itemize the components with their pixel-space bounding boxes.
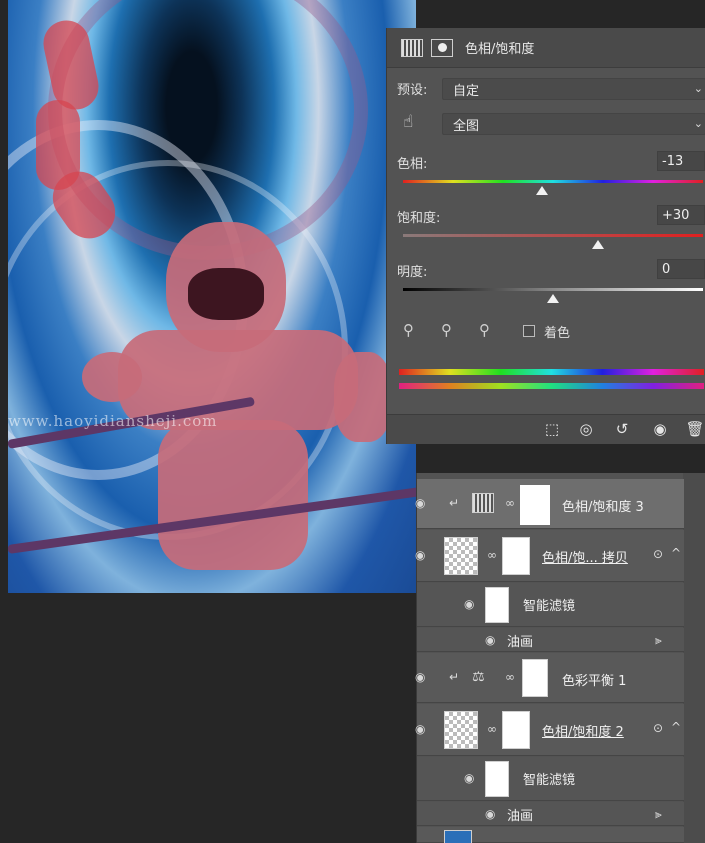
trash-icon[interactable]: 🗑 [684, 420, 705, 438]
layer-name: 油画 [507, 809, 534, 824]
lightness-value: 0 [662, 261, 671, 277]
layer-name: 油画 [507, 635, 534, 650]
eye-icon[interactable]: ◉ [485, 807, 495, 821]
filter-options-icon[interactable]: ⫸ [655, 633, 662, 648]
hue-label: 色相: [397, 157, 428, 172]
preset-dropdown[interactable]: 自定 ⌄ [442, 78, 705, 100]
layer-mask-thumbnail[interactable] [520, 485, 550, 525]
eye-icon[interactable]: ◉ [415, 496, 425, 510]
view-previous-icon[interactable]: ◎ [575, 420, 597, 438]
layer-row[interactable]: ◉ ↵ ⚖ ∞ 色彩平衡 1 [415, 653, 684, 703]
eye-icon[interactable]: ◉ [415, 548, 425, 562]
smart-object-thumbnail [444, 537, 478, 575]
saturation-value: +30 [662, 207, 690, 223]
layer-mask-thumbnail[interactable] [502, 711, 530, 749]
layer-mask-thumbnail[interactable] [502, 537, 530, 575]
hue-slider-thumb[interactable] [536, 186, 549, 195]
layer-row[interactable]: ◉ ∞ 色相/饱... 拷贝 ⊙ ^ [415, 530, 684, 582]
filter-mask-thumbnail [485, 587, 509, 623]
eye-icon[interactable]: ◉ [415, 670, 425, 684]
photoshop-workspace: www.haoyidiansheji.com 色相/饱和度 预设: 自定 ⌄ ☝… [0, 0, 705, 843]
watermark-text: www.haoyidiansheji.com [8, 412, 218, 430]
layers-panel: ◉ ↵ ∞ 色相/饱和度 3 ◉ ∞ 色相/饱... 拷贝 ⊙ ^ ◉ 智能滤镜… [415, 473, 705, 843]
properties-header: 色相/饱和度 [387, 28, 705, 68]
lightness-value-field[interactable]: 0 [657, 259, 705, 279]
filter-mask-thumbnail [485, 761, 509, 797]
lightness-slider-track[interactable] [403, 288, 703, 291]
link-icon: ∞ [487, 548, 497, 562]
visibility-icon[interactable]: ◉ [649, 420, 671, 438]
layer-mask-thumbnail[interactable] [522, 659, 548, 697]
properties-panel: 色相/饱和度 预设: 自定 ⌄ ☝ 全图 ⌄ 色相: -13 饱和度: +30 [386, 28, 705, 444]
astronaut-legs [158, 420, 308, 570]
smart-filters-row[interactable]: ◉ 智能滤镜 [417, 583, 684, 627]
mask-circle-icon[interactable] [431, 38, 453, 57]
clip-arrow-icon: ↵ [449, 670, 460, 684]
eye-icon[interactable]: ◉ [415, 722, 425, 736]
balance-scale-icon: ⚖ [472, 669, 485, 685]
chevron-up-icon[interactable]: ^ [671, 720, 681, 734]
colorize-checkbox[interactable] [523, 325, 535, 337]
chevron-down-icon: ⌄ [693, 82, 703, 95]
colorize-label: 着色 [544, 326, 571, 341]
layer-row[interactable] [417, 827, 684, 843]
layer-row[interactable]: ◉ ↵ ∞ 色相/饱和度 3 [415, 479, 684, 529]
output-spectrum-bar [399, 383, 704, 389]
astronaut-arm [82, 352, 142, 402]
hue-value-field[interactable]: -13 [657, 151, 705, 171]
layers-scrollbar[interactable] [683, 473, 705, 843]
properties-footer: ⬚ ◎ ↺ ◉ 🗑 [387, 414, 705, 444]
saturation-slider-thumb[interactable] [592, 240, 604, 249]
range-dropdown[interactable]: 全图 ⌄ [442, 113, 705, 135]
targeted-adjustment-hand-icon[interactable]: ☝ [403, 112, 413, 132]
layer-thumbnail [444, 830, 472, 843]
clip-to-layer-icon[interactable]: ⬚ [541, 420, 563, 438]
reset-icon[interactable]: ↺ [611, 420, 633, 438]
properties-title: 色相/饱和度 [465, 42, 535, 57]
hue-value: -13 [662, 153, 684, 169]
astronaut-visor [188, 268, 264, 320]
link-icon: ∞ [487, 722, 497, 736]
filter-row[interactable]: ◉ 油画 ⫸ [417, 802, 684, 826]
layer-name: 色相/饱和度 3 [562, 500, 644, 515]
filter-options-icon[interactable]: ⫸ [655, 807, 662, 822]
preset-value: 自定 [453, 83, 480, 99]
eyedropper-minus-icon[interactable]: ⚲ [479, 321, 490, 339]
chevron-down-icon: ⌄ [693, 117, 703, 130]
layer-name: 色相/饱... 拷贝 [542, 551, 628, 566]
saturation-slider-track[interactable] [403, 234, 703, 237]
clip-arrow-icon: ↵ [449, 496, 460, 510]
eyedropper-icon[interactable]: ⚲ [403, 321, 414, 339]
layer-name: 色相/饱和度 2 [542, 725, 624, 740]
chevron-up-icon[interactable]: ^ [671, 546, 681, 560]
adjustment-grid-icon[interactable] [401, 38, 423, 57]
smart-filter-icon[interactable]: ⊙ [653, 547, 663, 561]
eyedropper-plus-icon[interactable]: ⚲ [441, 321, 452, 339]
filter-row[interactable]: ◉ 油画 ⫸ [417, 628, 684, 652]
layer-row[interactable]: ◉ ∞ 色相/饱和度 2 ⊙ ^ [415, 704, 684, 756]
smart-filters-row[interactable]: ◉ 智能滤镜 [417, 757, 684, 801]
smart-filter-icon[interactable]: ⊙ [653, 721, 663, 735]
hue-slider-track[interactable] [403, 180, 703, 183]
mask-dot [437, 43, 447, 52]
range-value: 全图 [453, 118, 480, 134]
smart-object-thumbnail [444, 711, 478, 749]
adjustment-layer-icon [472, 493, 494, 513]
input-spectrum-bar [399, 369, 704, 375]
layer-name: 智能滤镜 [523, 599, 576, 614]
link-icon: ∞ [505, 496, 515, 510]
lightness-slider-thumb[interactable] [547, 294, 559, 303]
lightness-label: 明度: [397, 265, 428, 280]
eye-icon[interactable]: ◉ [464, 771, 474, 785]
eye-icon[interactable]: ◉ [464, 597, 474, 611]
eye-icon[interactable]: ◉ [485, 633, 495, 647]
document-canvas[interactable] [8, 0, 416, 593]
layer-name: 色彩平衡 1 [562, 674, 627, 689]
saturation-value-field[interactable]: +30 [657, 205, 705, 225]
preset-label: 预设: [397, 83, 428, 98]
astronaut-arm [334, 352, 392, 442]
layer-name: 智能滤镜 [523, 773, 576, 788]
link-icon: ∞ [505, 670, 515, 684]
saturation-label: 饱和度: [397, 211, 441, 226]
